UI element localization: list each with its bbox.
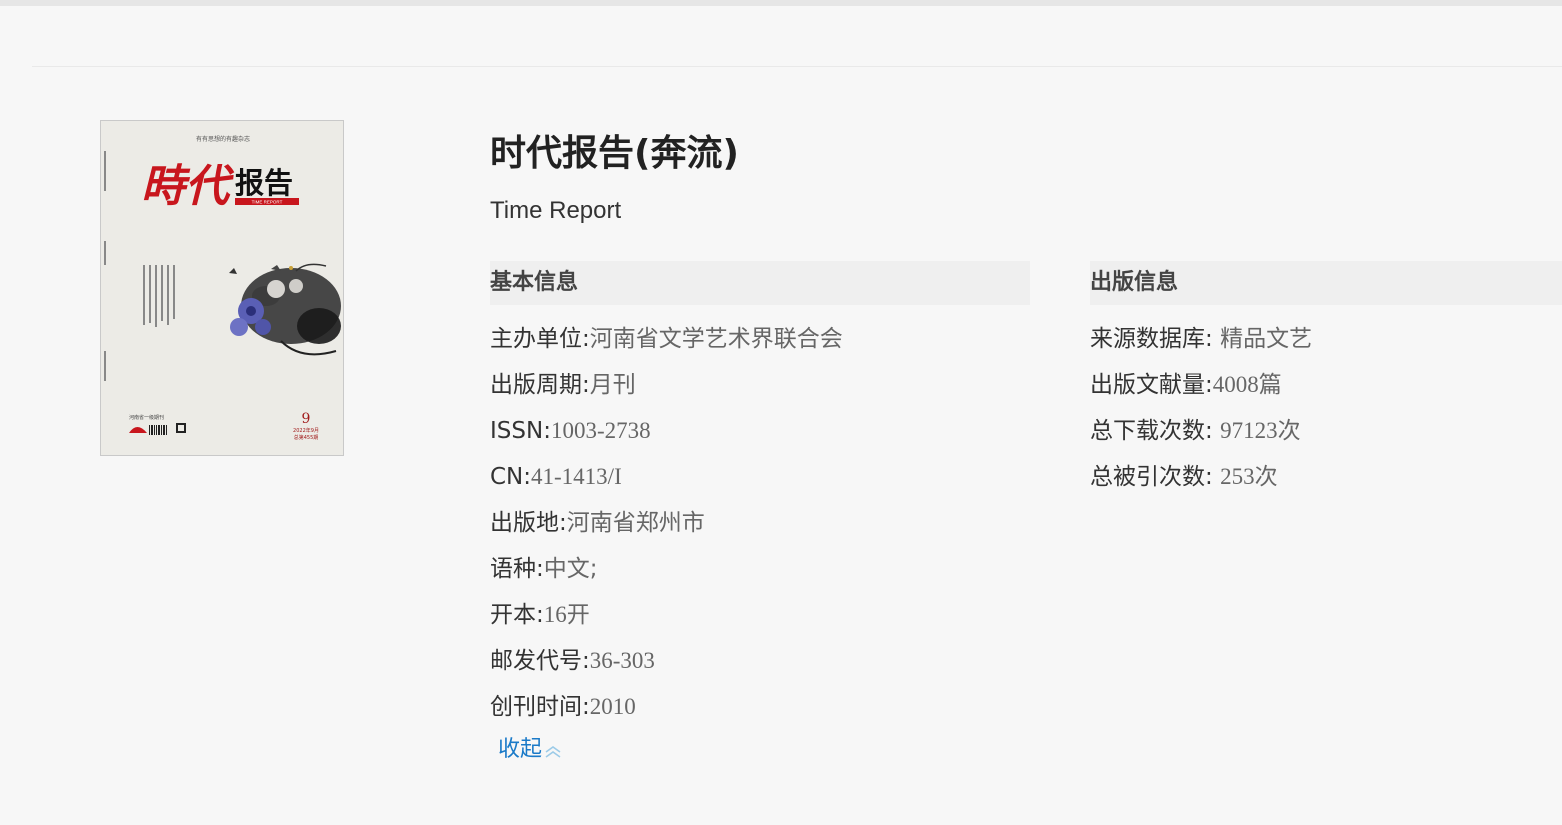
field-value: 2010 [589, 694, 636, 719]
field-postal-code: 邮发代号:36-303 [490, 638, 843, 684]
field-label: 出版周期: [490, 372, 590, 398]
field-download-count: 总下载次数: 97123次 [1090, 408, 1312, 454]
field-value: 精品文艺 [1220, 326, 1313, 352]
field-label: 出版地: [490, 510, 567, 536]
cover-artwork: 有有思想的有趣杂志 時 代 报告 TIME REPORT 9 2022年9月 总… [101, 121, 343, 455]
field-label: 创刊时间: [490, 694, 590, 720]
field-label: 总下载次数: [1090, 418, 1213, 444]
field-frequency: 出版周期:月刊 [490, 362, 843, 408]
double-chevron-up-icon [545, 746, 561, 758]
journal-english-title: Time Report [490, 197, 622, 224]
cover-logo-char-1: 時 [141, 161, 191, 212]
cover-tagline: 有有思想的有趣杂志 [196, 135, 250, 143]
field-value: 月刊 [589, 372, 636, 398]
top-strip [0, 0, 1562, 6]
field-label: 开本: [490, 602, 544, 628]
field-label: 语种: [490, 556, 544, 582]
cover-issue-date: 2022年9月 [293, 427, 319, 434]
journal-cover-image: 有有思想的有趣杂志 時 代 报告 TIME REPORT 9 2022年9月 总… [100, 120, 344, 456]
cover-issue-number: 9 [302, 411, 311, 427]
field-label: ISSN: [490, 418, 551, 444]
field-value: 河南省文学艺术界联合会 [589, 326, 843, 352]
field-value: 41-1413/I [531, 464, 622, 489]
field-value: 36-303 [589, 648, 655, 673]
field-label: 来源数据库: [1090, 326, 1213, 352]
field-value: 253次 [1220, 464, 1278, 489]
field-value: 16开 [543, 602, 590, 627]
field-value: 1003-2738 [550, 418, 651, 443]
field-label: 邮发代号: [490, 648, 590, 674]
field-sponsor: 主办单位:河南省文学艺术界联合会 [490, 316, 843, 362]
cover-issue-total: 总第455期 [294, 434, 319, 441]
field-language: 语种:中文; [490, 546, 843, 592]
field-citation-count: 总被引次数: 253次 [1090, 454, 1312, 500]
basic-info-list: 主办单位:河南省文学艺术界联合会 出版周期:月刊 ISSN:1003-2738 … [490, 316, 843, 730]
cover-logo-char-3: 报告 [235, 166, 293, 200]
field-label: 主办单位: [490, 326, 590, 352]
cover-logo-sub: TIME REPORT [252, 200, 283, 205]
collapse-label: 收起 [498, 737, 543, 762]
field-label: 总被引次数: [1090, 464, 1213, 490]
publication-info-heading: 出版信息 [1090, 261, 1562, 305]
field-value: 中文; [543, 556, 598, 582]
publication-info-list: 来源数据库: 精品文艺 出版文献量:4008篇 总下载次数: 97123次 总被… [1090, 316, 1312, 500]
field-value: 4008篇 [1212, 372, 1282, 397]
field-cn: CN:41-1413/I [490, 454, 843, 500]
field-format: 开本:16开 [490, 592, 843, 638]
field-issn: ISSN:1003-2738 [490, 408, 843, 454]
header-divider [32, 66, 1562, 67]
field-source-db: 来源数据库: 精品文艺 [1090, 316, 1312, 362]
journal-title: 时代报告(奔流) [490, 133, 739, 174]
field-value: 97123次 [1220, 418, 1301, 443]
field-location: 出版地:河南省郑州市 [490, 500, 843, 546]
cover-logo-char-2: 代 [185, 161, 235, 212]
cover-publisher-small: 河南省一级期刊 [129, 414, 164, 421]
field-article-count: 出版文献量:4008篇 [1090, 362, 1312, 408]
collapse-link[interactable]: 收起 [498, 734, 563, 766]
basic-info-heading: 基本信息 [490, 261, 1030, 305]
field-label: CN: [490, 464, 532, 490]
field-founded: 创刊时间:2010 [490, 684, 843, 730]
field-value: 河南省郑州市 [566, 510, 705, 536]
field-label: 出版文献量: [1090, 372, 1213, 398]
